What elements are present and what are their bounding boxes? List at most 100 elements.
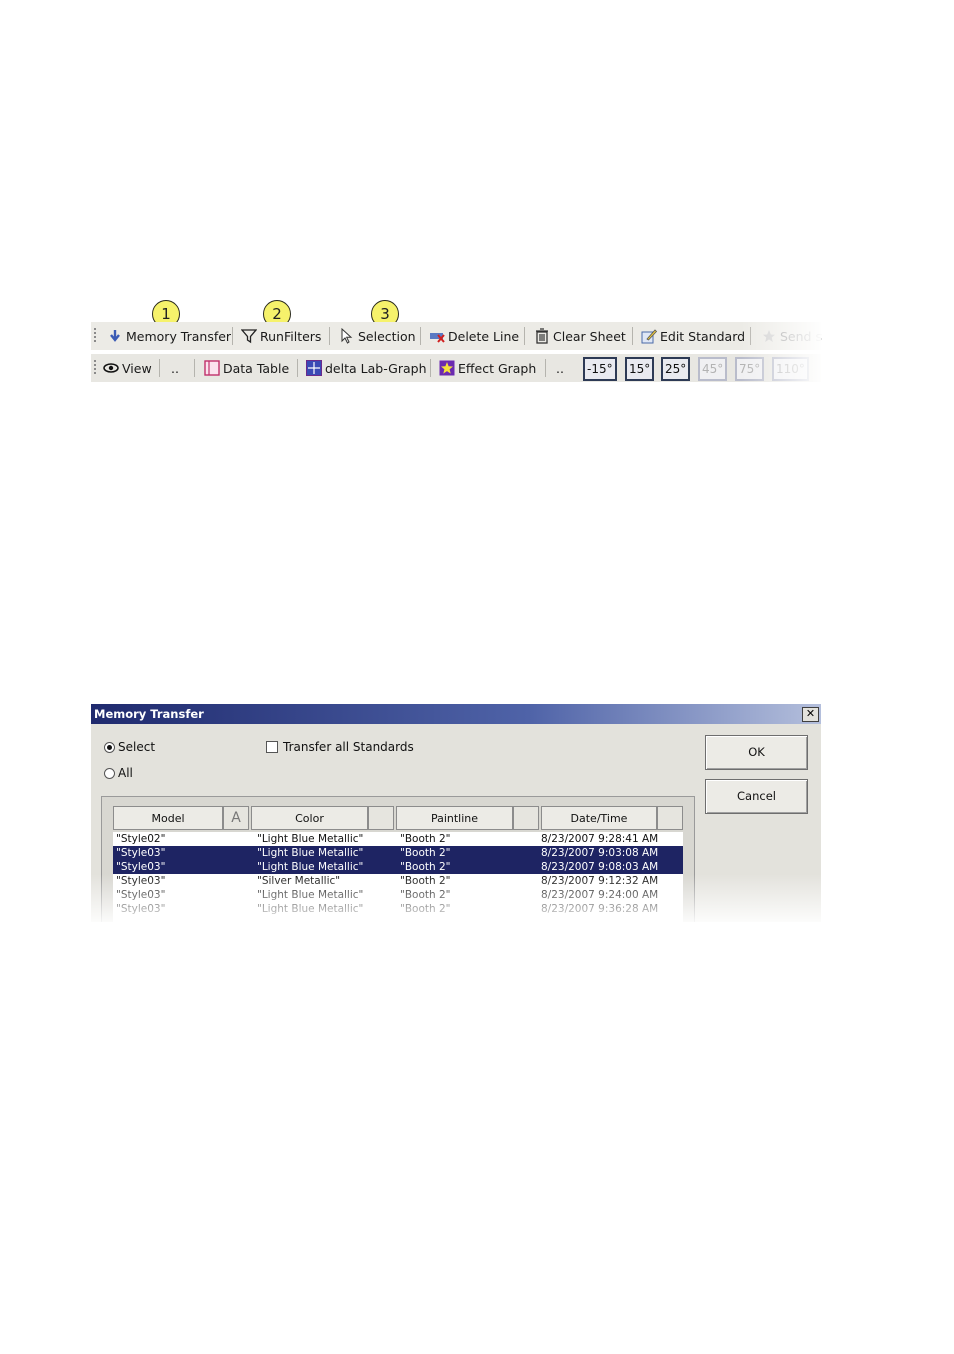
separator	[632, 327, 633, 345]
cell-datetime: 8/23/2007 9:36:28 AM	[541, 903, 659, 915]
edit-pencil-icon	[641, 328, 658, 344]
delete-line-label: Delete Line	[448, 328, 520, 344]
radio-on-icon	[104, 741, 115, 753]
toolbar-grip[interactable]	[94, 360, 96, 376]
sort-icon[interactable]: A	[223, 806, 249, 830]
cancel-button[interactable]: Cancel	[705, 779, 808, 814]
cell-model: "Style03"	[116, 861, 166, 873]
separator	[750, 327, 751, 345]
overflow-button[interactable]: ..	[171, 358, 179, 378]
radio-all-label: All	[118, 766, 133, 780]
cell-datetime: 8/23/2007 9:08:03 AM	[541, 861, 659, 873]
angle-button-15[interactable]: 15°	[625, 357, 655, 381]
grid-body: "Style02" "Light Blue Metallic" "Booth 2…	[113, 832, 683, 922]
angle-button-25[interactable]: 25°	[661, 357, 691, 381]
table-row[interactable]: "Style03" "Light Blue Metallic" "Booth 2…	[113, 902, 683, 916]
toolbar-screenshot: 1 2 3 Memory Transfer RunFilters Selecti…	[91, 294, 822, 386]
angle-button-75[interactable]: 75°	[735, 357, 765, 381]
separator	[329, 327, 330, 345]
toolbar-row-2: View .. Data Table delta Lab-Graph Effec…	[91, 354, 821, 382]
cell-color: "Light Blue Metallic"	[257, 833, 364, 845]
funnel-icon	[240, 328, 258, 344]
selection-button[interactable]: Selection	[339, 326, 416, 346]
column-header-datetime[interactable]: Date/Time	[541, 806, 657, 830]
edit-standard-button[interactable]: Edit Standard	[641, 326, 745, 346]
records-grid: Model A Color Paintline Date/Time "Style…	[101, 796, 695, 922]
cell-paintline: "Booth 2"	[400, 875, 451, 887]
table-row[interactable]: "Style03" "Light Blue Metallic" "Booth 2…	[113, 860, 683, 874]
cell-model: "Style03"	[116, 847, 166, 859]
selection-label: Selection	[358, 328, 416, 344]
separator	[159, 359, 160, 377]
toolbar-grip[interactable]	[94, 328, 96, 344]
angle-button-110[interactable]: 110°	[772, 357, 809, 381]
table-icon	[204, 360, 220, 376]
cell-datetime: 8/23/2007 9:28:41 AM	[541, 833, 659, 845]
arrow-down-icon	[107, 328, 123, 344]
cell-paintline: "Booth 2"	[400, 903, 451, 915]
eye-icon	[103, 360, 119, 376]
table-row[interactable]: "Style03" "Light Blue Metallic" "Booth 2…	[113, 888, 683, 902]
toolbar-row-1: Memory Transfer RunFilters Selection Del…	[91, 322, 822, 350]
filter-button[interactable]	[368, 806, 394, 830]
view-button[interactable]: View	[103, 358, 152, 378]
column-header-color[interactable]: Color	[251, 806, 368, 830]
separator	[545, 359, 546, 377]
clear-sheet-label: Clear Sheet	[553, 328, 626, 344]
separator	[297, 359, 298, 377]
effect-star-icon	[439, 360, 455, 376]
table-row[interactable]: "Style03" "Silver Metallic" "Booth 2" 8/…	[113, 874, 683, 888]
cell-model: "Style02"	[116, 833, 166, 845]
grid-header: Model A Color Paintline Date/Time	[113, 806, 683, 830]
cell-color: "Light Blue Metallic"	[257, 903, 364, 915]
filter-button[interactable]	[657, 806, 683, 830]
data-table-button[interactable]: Data Table	[204, 358, 289, 378]
cell-paintline: "Booth 2"	[400, 889, 451, 901]
cell-paintline: "Booth 2"	[400, 861, 451, 873]
cell-datetime: 8/23/2007 9:12:32 AM	[541, 875, 659, 887]
lab-graph-icon	[306, 360, 322, 376]
checkbox-icon	[266, 741, 278, 753]
cell-color: "Light Blue Metallic"	[257, 861, 364, 873]
cell-paintline: "Booth 2"	[400, 833, 451, 845]
star-icon	[761, 328, 777, 344]
send-button[interactable]: Send s	[761, 326, 822, 346]
overflow-button[interactable]: ..	[556, 358, 564, 378]
table-row[interactable]: "Style03" "Light Blue Metallic" "Booth 2…	[113, 846, 683, 860]
column-header-paintline[interactable]: Paintline	[396, 806, 513, 830]
angle-button-45[interactable]: 45°	[698, 357, 728, 381]
effect-graph-label: Effect Graph	[458, 360, 537, 376]
cursor-arrow-icon	[339, 327, 355, 344]
column-header-model[interactable]: Model	[113, 806, 223, 830]
run-filters-button[interactable]: RunFilters	[240, 326, 321, 346]
close-icon[interactable]: ✕	[802, 707, 819, 722]
radio-off-icon	[104, 767, 115, 779]
radio-all[interactable]: All	[104, 766, 133, 780]
table-row[interactable]: "Style02" "Light Blue Metallic" "Booth 2…	[113, 832, 683, 846]
delete-line-icon	[429, 328, 445, 344]
edit-standard-label: Edit Standard	[660, 328, 746, 344]
cell-datetime: 8/23/2007 9:24:00 AM	[541, 889, 659, 901]
transfer-all-standards-label: Transfer all Standards	[283, 740, 414, 754]
memory-transfer-button[interactable]: Memory Transfer	[107, 326, 231, 346]
ok-button[interactable]: OK	[705, 735, 808, 770]
angle-button-minus-15[interactable]: -15°	[583, 357, 617, 381]
memory-transfer-dialog: Memory Transfer ✕ Select All Transfer al…	[91, 704, 821, 922]
view-label: View	[122, 360, 152, 376]
cell-model: "Style03"	[116, 889, 166, 901]
dialog-titlebar: Memory Transfer ✕	[91, 704, 821, 724]
memory-transfer-label: Memory Transfer	[126, 328, 232, 344]
clear-sheet-button[interactable]: Clear Sheet	[534, 326, 626, 346]
filter-button[interactable]	[513, 806, 539, 830]
radio-select-label: Select	[118, 740, 156, 754]
radio-select[interactable]: Select	[104, 740, 155, 754]
send-label: Send s	[780, 328, 822, 344]
separator	[194, 359, 195, 377]
cell-paintline: "Booth 2"	[400, 847, 451, 859]
separator	[430, 359, 431, 377]
transfer-all-standards-checkbox[interactable]: Transfer all Standards	[266, 740, 414, 754]
effect-graph-button[interactable]: Effect Graph	[439, 358, 536, 378]
delta-lab-graph-button[interactable]: delta Lab-Graph	[306, 358, 427, 378]
cell-color: "Light Blue Metallic"	[257, 889, 364, 901]
delete-line-button[interactable]: Delete Line	[429, 326, 519, 346]
